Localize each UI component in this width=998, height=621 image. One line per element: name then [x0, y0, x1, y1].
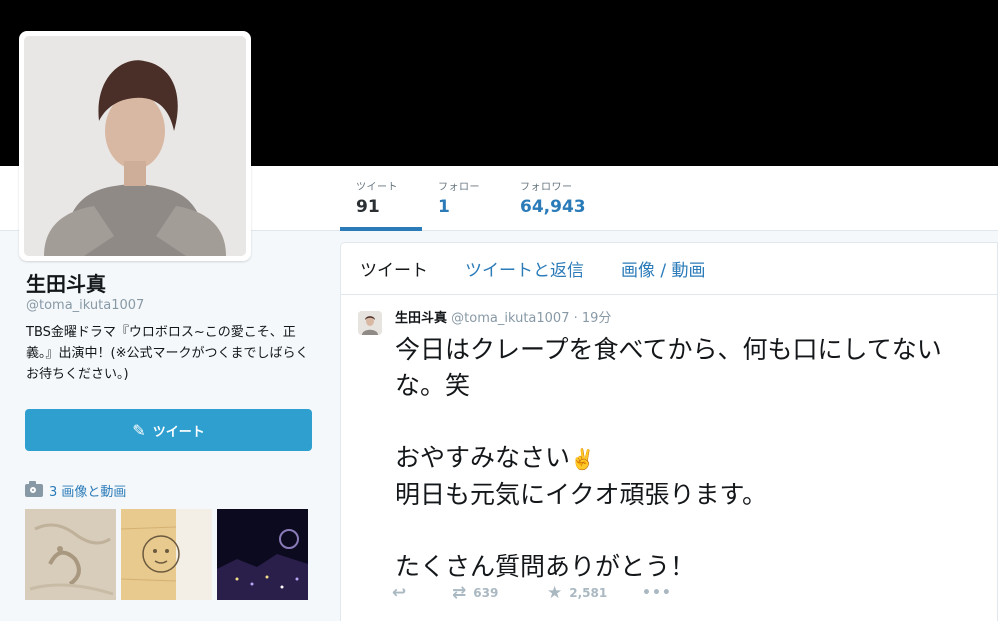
- media-header-label: 3 画像と動画: [49, 485, 127, 500]
- victory-hand-emoji: ✌️: [570, 447, 595, 471]
- tweet-author-name[interactable]: 生田斗真: [395, 311, 447, 326]
- profile-avatar[interactable]: [19, 31, 251, 261]
- profile-bio: TBS金曜ドラマ『ウロボロス~この愛こそ、正義。』出演中！(※公式マークがつくま…: [26, 325, 309, 382]
- tweet-avatar[interactable]: [358, 311, 382, 335]
- avatar-photo-image: [24, 36, 246, 256]
- media-thumbnail-night[interactable]: [217, 509, 308, 600]
- stat-following[interactable]: フォロー 1: [422, 178, 504, 231]
- reply-button[interactable]: ↩: [392, 583, 452, 603]
- stat-tweets-label: ツイート: [356, 182, 398, 193]
- stat-following-label: フォロー: [438, 182, 480, 193]
- timeline-tabs: ツイート ツイートと返信 画像 / 動画: [341, 243, 997, 295]
- retweet-icon: ⇄: [452, 583, 467, 603]
- retweet-count: 639: [473, 586, 499, 600]
- media-thumbnails: [25, 509, 308, 600]
- compose-tweet-label: ツイート: [152, 424, 205, 440]
- tweet-header: 生田斗真 @toma_ikuta1007 · 19分: [395, 310, 997, 328]
- favorite-button[interactable]: ★ 2,581: [547, 583, 642, 603]
- tweet-text-line3: 明日も元気にイクオ頑張ります。: [395, 480, 768, 509]
- tweet-text-line2: おやすみなさい: [395, 443, 571, 472]
- media-header[interactable]: 3 画像と動画: [25, 481, 126, 500]
- tweet-actions: ↩ ⇄ 639 ★ 2,581 •••: [392, 583, 672, 603]
- stat-tweets-value: 91: [356, 197, 380, 217]
- camera-icon: [25, 481, 43, 497]
- tweet-author-handle[interactable]: @toma_ikuta1007: [451, 311, 569, 326]
- timeline: ツイート ツイートと返信 画像 / 動画 生田斗真 @toma_ikuta100…: [340, 242, 998, 621]
- tweet-item[interactable]: 生田斗真 @toma_ikuta1007 · 19分 今日はクレープを食べてから…: [341, 295, 997, 585]
- tab-tweets[interactable]: ツイート: [360, 256, 428, 281]
- stat-tweets[interactable]: ツイート 91: [340, 178, 422, 231]
- tweet-text-line4: たくさん質問ありがとう！: [395, 552, 696, 581]
- tab-tweets-and-replies[interactable]: ツイートと返信: [465, 256, 584, 281]
- profile-name[interactable]: 生田斗真: [26, 268, 106, 297]
- retweet-button[interactable]: ⇄ 639: [452, 583, 547, 603]
- stat-followers-value: 64,943: [520, 197, 586, 217]
- stat-following-value: 1: [438, 197, 450, 217]
- stat-followers-label: フォロワー: [520, 182, 573, 193]
- tweet-text-line1: 今日はクレープを食べてから、何も口にしてないな。笑: [395, 335, 942, 400]
- tweet-timestamp[interactable]: · 19分: [574, 311, 612, 326]
- more-icon: •••: [642, 585, 672, 601]
- tab-media[interactable]: 画像 / 動画: [621, 256, 706, 281]
- stat-followers[interactable]: フォロワー 64,943: [504, 178, 600, 231]
- tweet-text: 今日はクレープを食べてから、何も口にしてないな。笑 おやすみなさい✌️ 明日も元…: [395, 332, 985, 585]
- more-button[interactable]: •••: [642, 585, 672, 601]
- media-thumbnail-drawing[interactable]: [121, 509, 212, 600]
- star-icon: ★: [547, 583, 563, 603]
- media-thumbnail-sand[interactable]: [25, 509, 116, 600]
- compose-tweet-button[interactable]: ✎ ツイート: [25, 409, 312, 451]
- profile-handle[interactable]: @toma_ikuta1007: [26, 298, 144, 313]
- favorite-count: 2,581: [569, 586, 608, 600]
- reply-icon: ↩: [392, 583, 407, 603]
- quill-icon: ✎: [132, 420, 146, 440]
- profile-stats: ツイート 91 フォロー 1 フォロワー 64,943: [340, 178, 600, 231]
